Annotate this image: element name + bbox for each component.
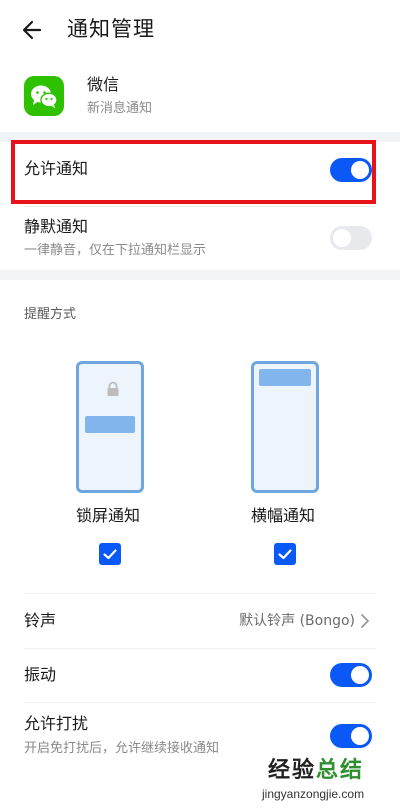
lock-screen-preview[interactable]: [76, 361, 144, 493]
row-divider: [24, 648, 376, 649]
banner-checkbox[interactable]: [274, 543, 296, 565]
lock-screen-checkbox[interactable]: [99, 543, 121, 565]
header: 通知管理: [0, 0, 400, 58]
lock-icon: [107, 381, 119, 396]
banner-preview[interactable]: [251, 361, 319, 493]
banner-label: 横幅通知: [251, 506, 316, 525]
silent-notifications-label: 静默通知: [24, 217, 89, 236]
row-divider: [24, 702, 376, 703]
chevron-right-icon[interactable]: [360, 613, 370, 629]
vibrate-toggle[interactable]: [330, 663, 372, 687]
row-divider: [24, 206, 376, 207]
watermark-brand: 经验总结: [268, 758, 365, 783]
toggle-knob: [333, 229, 351, 247]
highlight-box: [11, 140, 376, 204]
toggle-knob: [351, 727, 369, 745]
ringtone-label: 铃声: [24, 611, 57, 630]
watermark-url: jingyanzongjie.com: [262, 787, 365, 801]
page-title: 通知管理: [67, 17, 155, 41]
vibrate-label: 振动: [24, 665, 57, 684]
watermark: 经验总结 jingyanzongjie.com: [258, 756, 398, 806]
toggle-knob: [351, 666, 369, 684]
checkmark-icon: [103, 549, 117, 560]
row-divider: [24, 593, 376, 594]
app-subtitle: 新消息通知: [87, 101, 153, 116]
app-name: 微信: [87, 75, 120, 94]
lock-screen-label: 锁屏通知: [76, 506, 141, 525]
section-separator: [0, 270, 400, 280]
checkmark-icon: [278, 549, 292, 560]
ringtone-value[interactable]: 默认铃声 (Bongo): [239, 611, 355, 631]
wechat-app-icon: [24, 76, 64, 116]
allow-disturb-subtitle: 开启免打扰后，允许继续接收通知: [24, 741, 220, 756]
allow-disturb-toggle[interactable]: [330, 724, 372, 748]
allow-disturb-label: 允许打扰: [24, 714, 89, 733]
section-label: 提醒方式: [24, 307, 77, 322]
preview-banner: [259, 369, 311, 386]
app-info: 微信 新消息通知: [0, 66, 400, 130]
silent-notifications-subtitle: 一律静音，仅在下拉通知栏显示: [24, 243, 207, 258]
silent-notifications-toggle[interactable]: [330, 226, 372, 250]
back-arrow-icon[interactable]: [18, 14, 50, 46]
preview-banner: [85, 416, 135, 433]
